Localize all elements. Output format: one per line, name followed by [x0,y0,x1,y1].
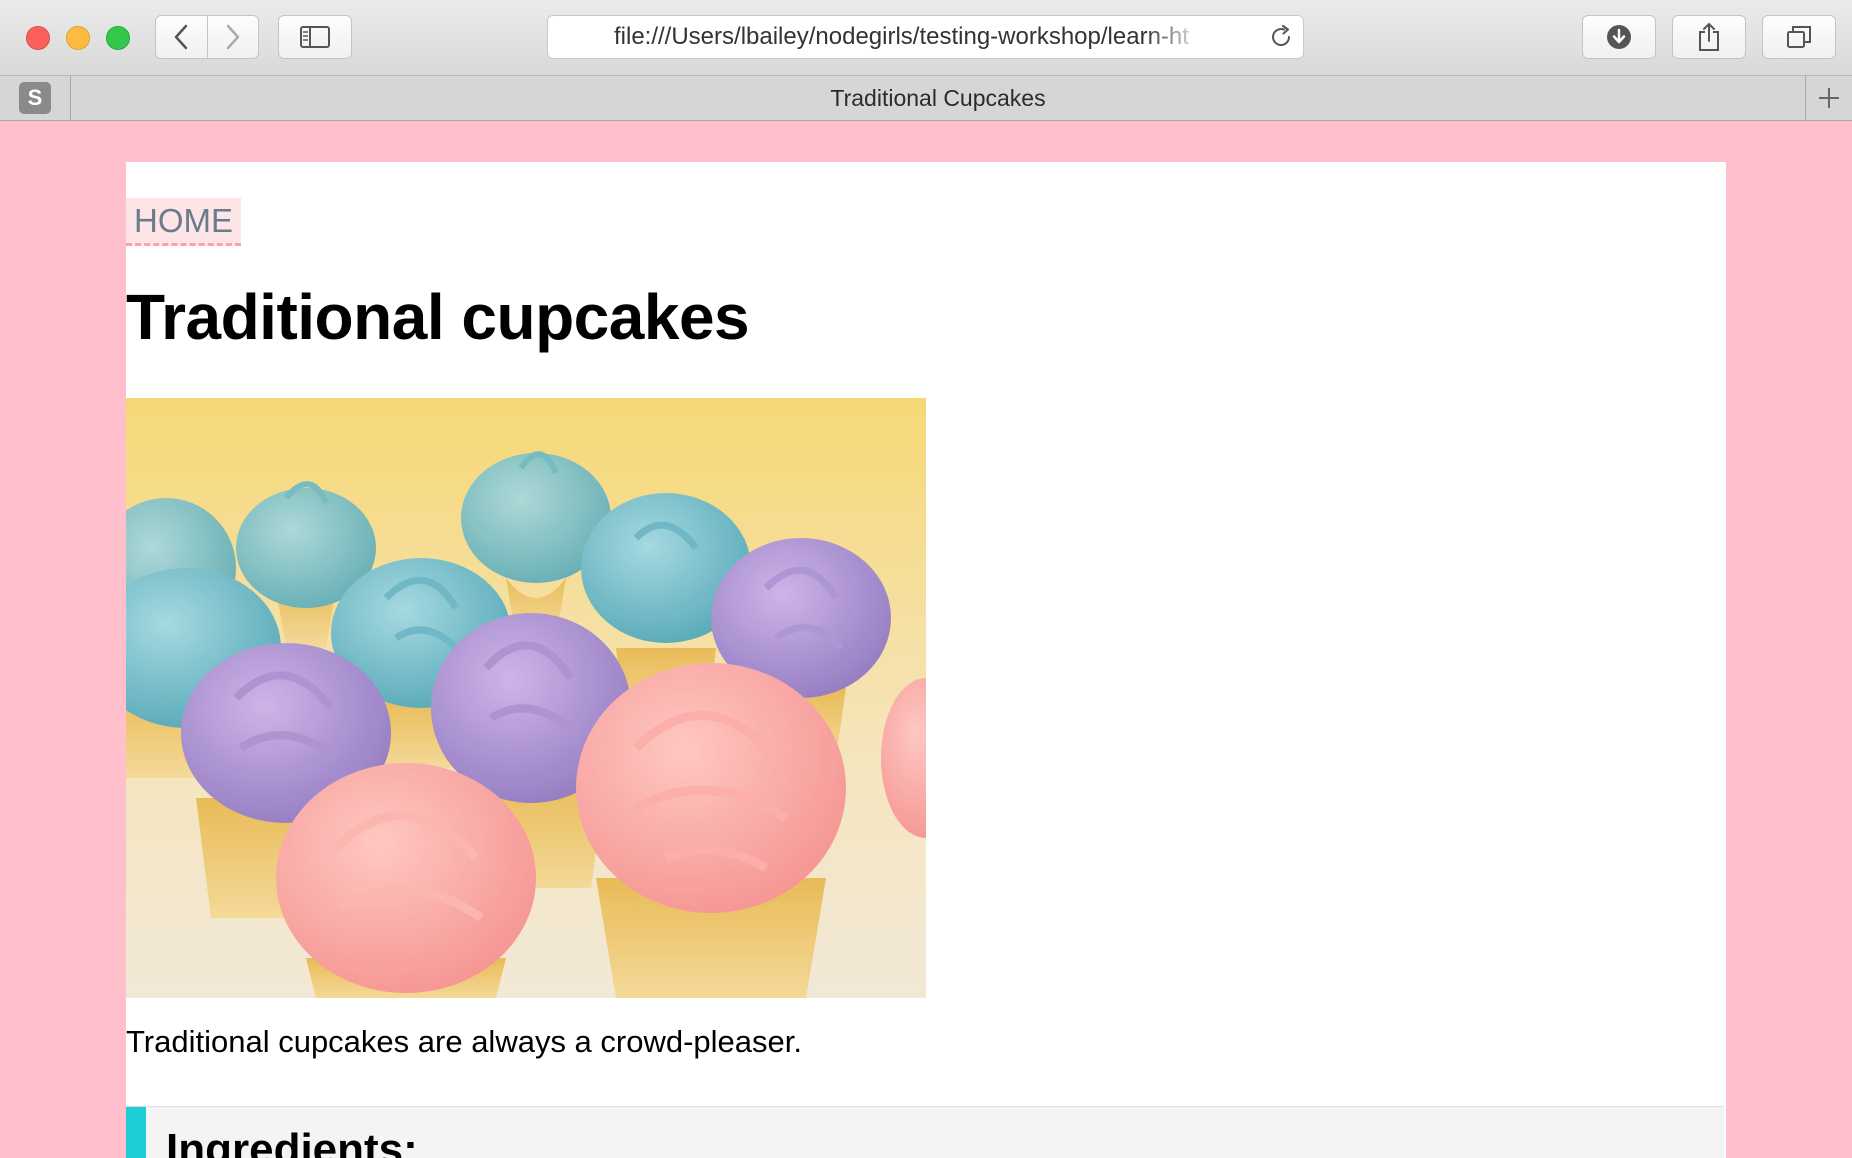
history-nav-group [155,15,259,59]
address-url[interactable]: file:///Users/lbailey/nodegirls/testing-… [614,16,1204,58]
downloads-button[interactable] [1582,15,1656,59]
tabs-icon [1787,26,1811,48]
cupcakes-illustration [126,398,926,998]
plus-icon [1819,88,1839,108]
cupcakes-image [126,398,926,998]
sidebar-toggle-button[interactable] [278,15,352,59]
back-button[interactable] [156,16,207,58]
sidebar-icon [300,26,330,48]
window-close-button[interactable] [26,26,50,50]
page-title: Traditional cupcakes [126,281,750,353]
tab-overview-button[interactable] [1762,15,1836,59]
download-icon [1607,25,1631,49]
forward-button[interactable] [206,16,259,58]
ingredients-section: Ingredients: [126,1106,1724,1158]
window-zoom-button[interactable] [106,26,130,50]
browser-toolbar: file:///Users/lbailey/nodegirls/testing-… [0,0,1852,76]
ingredients-heading: Ingredients: [166,1125,418,1158]
pinned-tab[interactable]: S [0,76,71,120]
page-content: HOME Traditional cupcakes Traditional cu… [126,162,1726,1158]
pinned-tab-icon: S [19,82,51,114]
home-link[interactable]: HOME [126,198,241,246]
chevron-right-icon [226,24,239,50]
share-icon [1699,23,1719,51]
cupcake-description: Traditional cupcakes are always a crowd-… [126,1024,803,1059]
window-minimize-button[interactable] [66,26,90,50]
chevron-left-icon [175,24,188,50]
ingredients-accent-bar [126,1107,146,1158]
active-tab-title[interactable]: Traditional Cupcakes [71,76,1805,120]
new-tab-button[interactable] [1805,76,1852,120]
address-bar[interactable]: file:///Users/lbailey/nodegirls/testing-… [547,15,1304,59]
share-button[interactable] [1672,15,1746,59]
reload-icon[interactable] [1269,25,1293,49]
tab-bar: S Traditional Cupcakes [0,76,1852,121]
